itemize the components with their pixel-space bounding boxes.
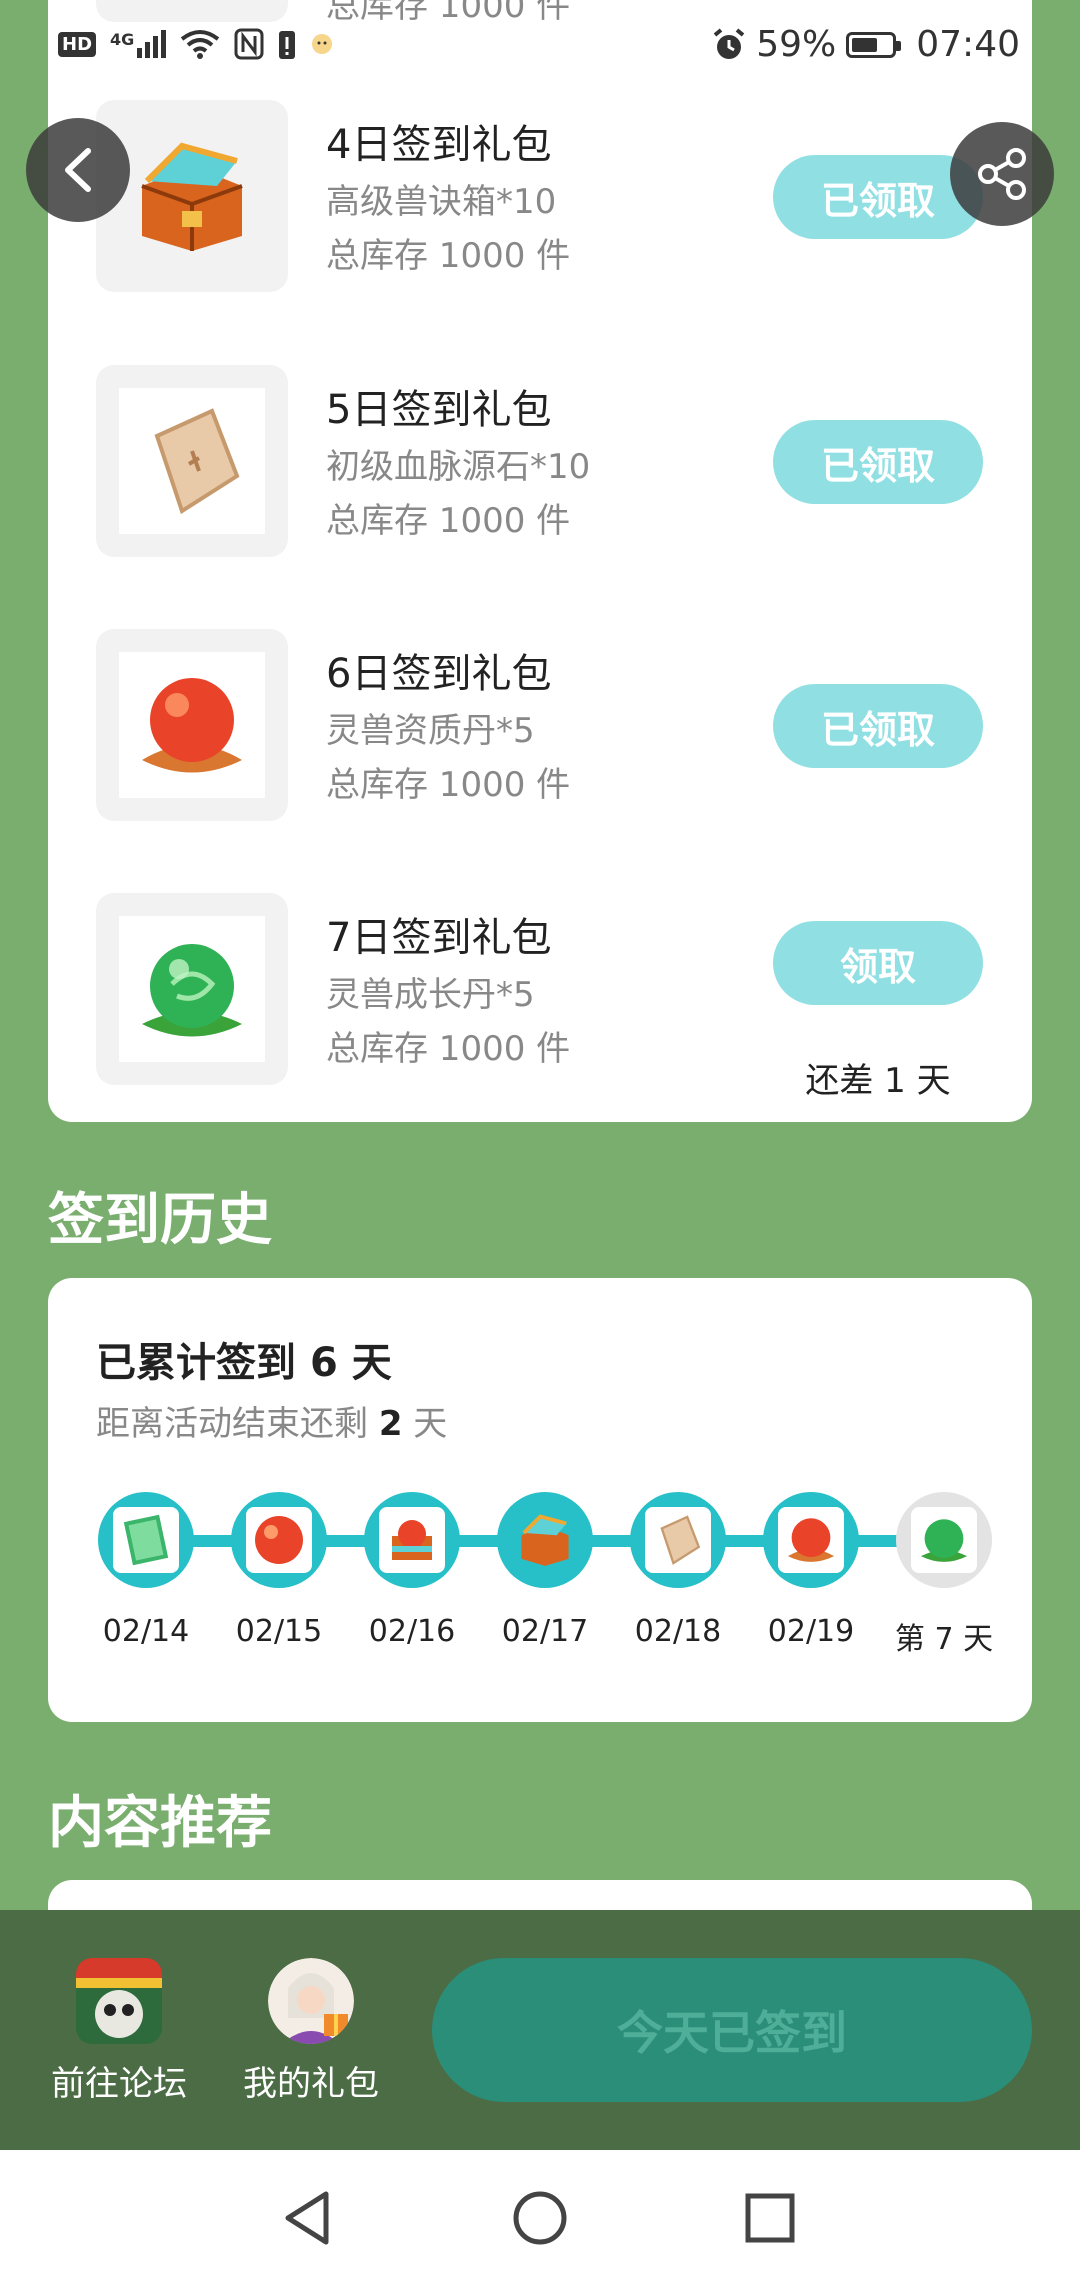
red-orb-icon bbox=[142, 678, 242, 773]
gift-stock: 总库存 1000 件 bbox=[326, 501, 571, 541]
day-label: 02/16 bbox=[368, 1614, 456, 1649]
share-icon bbox=[978, 148, 1026, 200]
gift-description: 灵兽资质丹*5 bbox=[326, 711, 535, 751]
gift-description: 灵兽成长丹*5 bbox=[326, 975, 535, 1015]
my-gifts-label: 我的礼包 bbox=[243, 2064, 379, 2104]
gift-item-day7: 7日签到礼包 灵兽成长丹*5 总库存 1000 件 领取 还差 1 天 bbox=[48, 893, 984, 1101]
gift-stock: 总库存 1000 件 bbox=[326, 1029, 571, 1069]
status-bar: HD 4G 59% 07:40 bbox=[0, 0, 1080, 92]
gift-title: 7日签到礼包 bbox=[326, 915, 552, 961]
day-dot-2 bbox=[231, 1492, 327, 1588]
battery-percent: 59% bbox=[756, 24, 837, 65]
signal-icon: 4G bbox=[110, 30, 167, 58]
day-label: 02/14 bbox=[102, 1614, 190, 1649]
alarm-icon bbox=[713, 27, 745, 59]
day-dot-5 bbox=[630, 1492, 726, 1588]
forum-app-icon bbox=[76, 1958, 162, 2044]
home-nav-icon[interactable] bbox=[512, 2190, 568, 2246]
day-dot-6 bbox=[763, 1492, 859, 1588]
back-nav-icon[interactable] bbox=[282, 2190, 332, 2246]
gift-title: 6日签到礼包 bbox=[326, 651, 552, 697]
day-label: 第 7 天 bbox=[894, 1622, 994, 1657]
day-dot-3 bbox=[364, 1492, 460, 1588]
forum-button[interactable]: 前往论坛 bbox=[34, 1958, 204, 2105]
hd-badge: HD bbox=[58, 31, 97, 57]
history-card: 已累计签到 6 天 距离活动结束还剩 2 天 02/14 02/15 02/16… bbox=[48, 1278, 1032, 1722]
status-icons-right: 59% 07:40 bbox=[712, 24, 1020, 65]
gift-title: 5日签到礼包 bbox=[326, 387, 552, 433]
day-label: 02/17 bbox=[501, 1614, 589, 1649]
battery-alert-icon bbox=[279, 31, 296, 59]
treasure-chest-icon bbox=[521, 1514, 569, 1566]
recents-nav-icon[interactable] bbox=[744, 2192, 796, 2244]
gift-description: 初级血脉源石*10 bbox=[326, 447, 591, 487]
gift-list-card: 总库存 1000 件 4日签到礼包 高级兽诀箱*10 总库存 1000 件 已领… bbox=[48, 0, 1032, 1122]
my-gifts-button[interactable]: 我的礼包 bbox=[226, 1958, 396, 2105]
history-section-title: 签到历史 bbox=[48, 1188, 272, 1253]
gift-title: 4日签到礼包 bbox=[326, 122, 552, 168]
activity-remaining: 距离活动结束还剩 2 天 bbox=[96, 1404, 448, 1444]
nfc-icon bbox=[234, 28, 264, 60]
recommend-section-title: 内容推荐 bbox=[48, 1791, 272, 1856]
chevron-left-icon bbox=[65, 148, 91, 192]
wifi-icon bbox=[181, 30, 220, 59]
day-dot-1 bbox=[98, 1492, 194, 1588]
gift-thumb bbox=[96, 629, 288, 821]
bottom-action-bar: 前往论坛 我的礼包 今天已签到 bbox=[0, 1910, 1080, 2150]
battery-icon bbox=[846, 31, 902, 58]
day-label: 02/15 bbox=[235, 1614, 323, 1649]
total-checkin-days: 已累计签到 6 天 bbox=[96, 1340, 392, 1386]
gift-stock: 总库存 1000 件 bbox=[326, 236, 571, 276]
status-icons-left: HD 4G bbox=[58, 28, 334, 60]
stone-tile-icon bbox=[154, 408, 240, 515]
gift-item-day6: 6日签到礼包 灵兽资质丹*5 总库存 1000 件 已领取 bbox=[48, 629, 984, 821]
gift-avatar-icon bbox=[268, 1958, 354, 2044]
gift-thumb bbox=[96, 100, 288, 292]
app-notification-icon bbox=[312, 34, 333, 54]
day-dot-7 bbox=[896, 1492, 992, 1588]
day-label: 02/19 bbox=[767, 1614, 855, 1649]
claimed-button[interactable]: 已领取 bbox=[773, 420, 983, 504]
stone-tile-icon bbox=[660, 1515, 701, 1565]
gift-item-day4: 4日签到礼包 高级兽诀箱*10 总库存 1000 件 已领取 bbox=[48, 100, 984, 292]
share-button[interactable] bbox=[950, 122, 1054, 226]
red-orb-icon bbox=[787, 1518, 835, 1562]
claimed-button[interactable]: 已领取 bbox=[773, 684, 983, 768]
gift-description: 高级兽诀箱*10 bbox=[326, 182, 557, 222]
treasure-chest-icon bbox=[141, 142, 243, 251]
red-orb-icon bbox=[255, 1516, 303, 1564]
day-label: 02/18 bbox=[634, 1614, 722, 1649]
gift-item-day5: 5日签到礼包 初级血脉源石*10 总库存 1000 件 已领取 bbox=[48, 365, 984, 557]
green-orb-icon bbox=[920, 1519, 968, 1562]
checkin-timeline: 02/14 02/15 02/16 02/17 02/18 02/19 第 7 … bbox=[96, 1492, 996, 1657]
claim-button[interactable]: 领取 bbox=[773, 921, 983, 1005]
book-icon bbox=[123, 1514, 169, 1566]
gift-thumb bbox=[96, 893, 288, 1085]
treasure-box-icon bbox=[392, 1520, 432, 1560]
days-remaining-note: 还差 1 天 bbox=[805, 1061, 951, 1101]
green-orb-icon bbox=[142, 944, 242, 1037]
back-button[interactable] bbox=[26, 118, 130, 222]
system-navigation-bar bbox=[0, 2150, 1080, 2280]
forum-label: 前往论坛 bbox=[51, 2064, 187, 2104]
checked-in-button[interactable]: 今天已签到 bbox=[432, 1958, 1032, 2102]
gift-stock: 总库存 1000 件 bbox=[326, 765, 571, 805]
clock: 07:40 bbox=[916, 24, 1020, 65]
gift-thumb bbox=[96, 365, 288, 557]
day-dot-4 bbox=[497, 1492, 593, 1588]
